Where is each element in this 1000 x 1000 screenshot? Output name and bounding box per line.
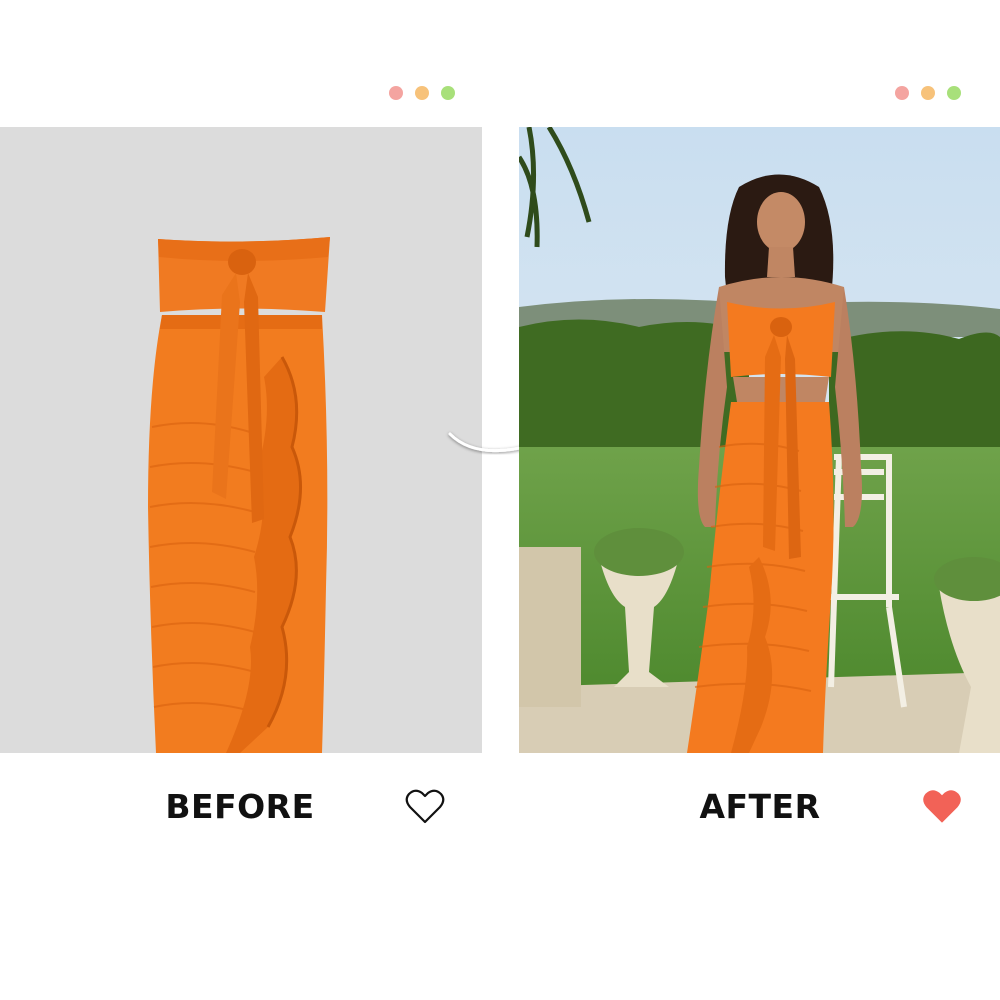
window-dots-left (389, 86, 455, 100)
after-label: AFTER (699, 787, 821, 826)
window-dot-green (441, 86, 455, 100)
heart-filled-icon[interactable] (921, 786, 963, 826)
heart-outline-icon[interactable] (404, 786, 446, 826)
before-image (0, 127, 482, 753)
window-dot-red (895, 86, 909, 100)
window-dot-yellow (921, 86, 935, 100)
after-image (519, 127, 1000, 753)
product-flatlay-illustration (0, 127, 482, 753)
window-dot-green (947, 86, 961, 100)
model-photo-illustration (519, 127, 1000, 753)
before-label: BEFORE (165, 787, 315, 826)
window-dot-yellow (415, 86, 429, 100)
window-dot-red (389, 86, 403, 100)
window-dots-right (895, 86, 961, 100)
